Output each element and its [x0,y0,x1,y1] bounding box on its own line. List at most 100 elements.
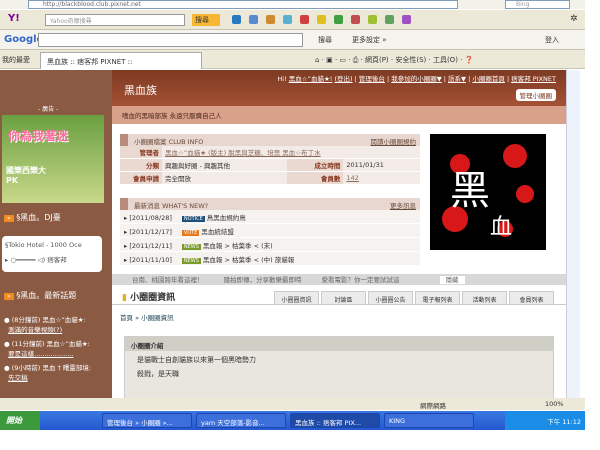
taskbar: 開始 管理後台 » 小圈圈 »... yam 天空部落-影音... 黑血族 ::… [0,411,585,430]
start-button[interactable]: 開始 [0,411,40,430]
taskbar-item[interactable]: KING [384,413,474,428]
club-subtitle: 嗜血的黑暗部族 永遠只服膺自己人 [112,106,566,124]
founded-value: 2011/01/31 [343,158,420,172]
web-page: - 廣告 - 你為我著迷 國樂西樂大PK » §黑血。DJ臺 §Tokio Ho… [0,70,566,398]
club-intro: 小圈圈介紹 是貓戰士自創貓族以來第一個黑暗勢力 殺戮，是天職 [124,336,554,398]
taskbar-item[interactable]: yam 天空部落-影音... [196,413,286,428]
language-link[interactable]: 語系▼ [448,75,466,83]
intro-line: 殺戮，是天職 [137,370,179,378]
taskbar-item[interactable]: 管理後台 » 小圈圈 »... [102,413,192,428]
yahoo-search-button[interactable]: 搜尋 [192,14,220,26]
music-player[interactable]: §Tokio Hotel - 1000 Oce ▸ ○━━━━━ ◁) 痞客邦 [2,236,102,272]
hide-button[interactable]: 隱藏 [439,276,465,284]
safety-menu[interactable]: 安全性(S) [395,56,426,64]
news-item[interactable]: ▸ [2011/11/10] NEWS 黑血報 > 枯葉季 < (中) 旅貓報 [120,252,420,266]
diamond-icon[interactable] [402,15,411,24]
club-home-link[interactable]: 小圈圈首頁 [472,75,505,83]
smiley-icon[interactable] [317,15,326,24]
admins-value[interactable]: 黑血☆”血貓★ (版主) 脫黑與芝糖、培思 黑血☆布丁水 [162,146,420,159]
membership-value: 完全開放 [162,171,288,185]
breadcrumb[interactable]: 首頁 » 小圈圈資訊 [120,312,174,322]
yahoo-logo-icon[interactable]: Y! [8,13,20,24]
topic-item[interactable]: ● (9小時前) 黑血 † 曙靈部境: 先交稿 [4,362,110,382]
intro-title: 小圈圈介紹 [125,337,553,351]
news-badge: NEWS [181,243,201,250]
news-badge: NEWS [181,257,201,264]
plant-icon[interactable] [385,15,394,24]
bing-search-input[interactable]: Bing [505,0,570,9]
google-login[interactable]: 登入 [545,35,559,45]
whats-new-header: 最新消息 WHAT'S NEW? 更多訊息 [120,198,420,210]
zoom-level[interactable]: 100% [545,400,564,408]
news-date: [2011/12/11] [129,241,172,250]
promo-link[interactable]: 愛看電影？你一定要試試這 [322,276,400,284]
promo-link[interactable]: 隨拍即傳，分享歡樂最即時 [224,276,302,284]
club-header: 黑血族 Hi! 黑血☆”血貓★! (登出) | 管理後台 | 我參加的小圈圈▼ … [112,70,566,106]
zone-label: 網際網路 [420,402,446,410]
news-list: ▸ [2011/08/28] NOTICE 鳥黑血規約鳥 ▸ [2011/12/17]… [120,210,420,266]
manage-club-button[interactable]: 管理小圈圈 [515,89,556,101]
user-icon[interactable] [266,15,275,24]
news-item[interactable]: ▸ [2011/08/28] NOTICE 鳥黑血規約鳥 [120,210,420,224]
news-icon[interactable] [232,15,241,24]
news-badge: NOTICE [181,215,205,222]
music-icon[interactable] [368,15,377,24]
more-news-link[interactable]: 更多訊息 [390,200,416,210]
news-badge: VOTE [181,229,200,236]
google-more-settings[interactable]: 更多設定 » [352,35,387,45]
google-search-button[interactable]: 搜尋 [318,35,332,45]
rules-link[interactable]: 閱讀小圈圈規約 [371,136,417,146]
clock: 下午 11:12 [547,418,581,426]
user-link[interactable]: 黑血☆”血貓★! [289,75,333,83]
taskbar-item-active[interactable]: 黑血族 :: 痞客邦 PIX... [290,413,380,428]
tab-forum[interactable]: 討論區 [321,291,366,305]
status-bar: 網際網路 100% [0,398,585,410]
club-title: 黑血族 [124,84,157,97]
yahoo-toolbar: Y! Yahoo奇摩搜尋 搜尋 ✲ [0,10,585,30]
google-toolbar: Google 搜尋 更多設定 » 登入 [0,30,585,50]
news-title[interactable]: 黑血統結盟 [201,228,234,236]
member-count-link[interactable]: 142 [343,171,420,185]
news-item[interactable]: ▸ [2011/12/11] NEWS 黑血報 > 枯葉季 < (末) [120,238,420,252]
mail-icon[interactable] [249,15,258,24]
tab-announcements[interactable]: 小圈圈公告 [368,291,413,305]
admin-link[interactable]: 管理後台 [359,75,385,83]
yahoo-search-input[interactable]: Yahoo奇摩搜尋 [45,14,185,26]
command-bar: ⌂ · ▣ · ▭ · ⎙ · 網頁(P) · 安全性(S) · 工具(O) ·… [315,56,474,64]
calendar-icon[interactable] [351,15,360,24]
favorites-button[interactable]: 我的最愛 [2,55,30,65]
news-title[interactable]: 鳥黑血規約鳥 [207,214,246,222]
pixnet-link[interactable]: 痞客邦 PIXNET [511,75,556,83]
club-info-header: 小圈圈檔案 CLUB INFO 閱讀小圈圈規約 [120,134,420,146]
news-item[interactable]: ▸ [2011/12/17] VOTE 黑血統結盟 [120,224,420,238]
address-bar-row: http://blackblood.club.pixnet.net Bing [0,0,585,9]
logout-link[interactable]: (登出) [334,75,352,83]
app-icon[interactable] [300,15,309,24]
gear-icon[interactable]: ✲ [570,14,578,24]
page-menu[interactable]: 網頁(P) [365,56,389,64]
info-key: 會員數 [287,171,344,185]
ad-label: - 廣告 - [38,106,59,113]
news-title[interactable]: 黑血報 > 枯葉季 < (中) 旅貓報 [203,256,294,264]
tab-members[interactable]: 會員列表 [509,291,554,305]
promo-link[interactable]: 台南、桃園跨年看這裡！ [132,276,204,284]
help-icon[interactable]: ❓ [465,56,474,64]
top-links: Hi! 黑血☆”血貓★! (登出) | 管理後台 | 我參加的小圈圈▼ | 語系… [277,75,556,83]
svg-text:血: 血 [490,215,512,240]
address-input[interactable]: http://blackblood.club.pixnet.net [28,0,458,9]
browser-tab[interactable]: 黑血族 :: 痞客邦 PIXNET :: [40,52,202,69]
topic-item[interactable]: ● (8分鐘前) 黑血☆”血貓★: 測滿的音樂視頻(?) [4,314,110,334]
finance-icon[interactable] [334,15,343,24]
news-title[interactable]: 黑血報 > 枯葉季 < (末) [203,242,273,250]
tab-club-info[interactable]: 小圈圈資訊 [274,291,319,305]
google-search-input[interactable] [38,33,303,47]
tools-menu[interactable]: 工具(O) [433,56,458,64]
tab-newsletters[interactable]: 電子報列表 [415,291,460,305]
vertical-scrollbar[interactable] [566,70,580,398]
player-controls[interactable]: ▸ ○━━━━━ ◁) 痞客邦 [2,254,102,264]
topic-item[interactable]: ● (11分鐘前) 黑血☆”血貓★: 要是這樣.................… [4,338,110,358]
my-clubs-link[interactable]: 我參加的小圈圈▼ [391,75,442,83]
ad-banner[interactable]: 你為我著迷 國樂西樂大PK [2,115,104,203]
tab-events[interactable]: 活動列表 [462,291,507,305]
answers-icon[interactable] [283,15,292,24]
